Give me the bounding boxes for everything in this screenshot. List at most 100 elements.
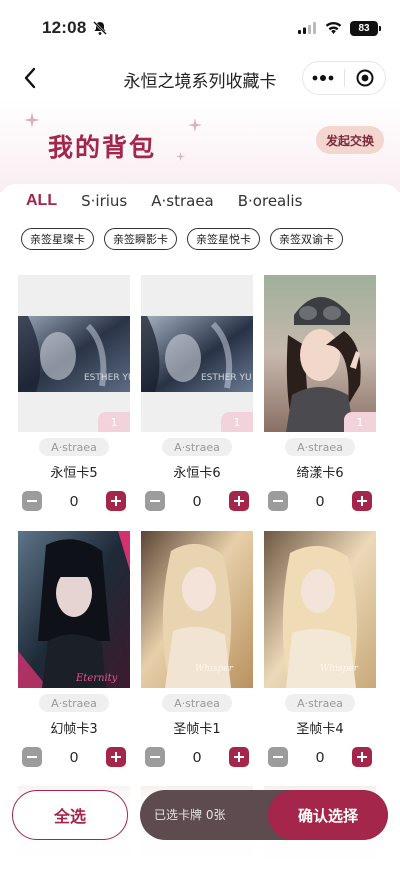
filter-chip[interactable]: 亲签瞬影卡: [104, 228, 177, 250]
increase-button[interactable]: [106, 491, 126, 511]
target-close-icon: [356, 69, 374, 87]
sparkle-icon: [188, 118, 202, 132]
quantity-value: 0: [315, 492, 325, 510]
minus-icon: [273, 756, 283, 758]
plus-icon: [111, 496, 121, 506]
start-exchange-button[interactable]: 发起交换: [316, 126, 384, 154]
confirm-selection-button[interactable]: 确认选择: [268, 790, 388, 840]
quantity-value: 0: [192, 492, 202, 510]
chevron-left-icon: [24, 67, 36, 89]
signal-icon: [298, 19, 317, 38]
selected-count-text: 已选卡牌 0张: [154, 808, 226, 822]
card-photo[interactable]: ESTHER YU 1: [18, 275, 130, 432]
backpack-title: 我的背包: [48, 133, 157, 162]
card-photo[interactable]: Whisper: [264, 531, 376, 688]
nav-bar: 永恒之境系列收藏卡: [0, 56, 400, 100]
card-photo[interactable]: ESTHER YU 1: [141, 275, 253, 432]
card-type-filters: 亲签星璨卡 亲签瞬影卡 亲签星悦卡 亲签双谕卡: [21, 228, 343, 250]
quantity-value: 0: [315, 748, 325, 766]
plus-icon: [234, 496, 244, 506]
owned-count-badge: 1: [344, 412, 376, 432]
tab-sirius[interactable]: S·irius: [81, 192, 127, 210]
status-bar: 12:08 83: [0, 0, 400, 56]
plus-icon: [234, 752, 244, 762]
card-photo[interactable]: Eternity: [18, 531, 130, 688]
card-item: Whisper A·straea 圣帧卡4 0: [264, 531, 376, 767]
quantity-stepper: 0: [18, 491, 130, 511]
select-all-button[interactable]: 全选: [12, 790, 128, 840]
quantity-stepper: 0: [141, 491, 253, 511]
minus-icon: [273, 500, 283, 502]
tab-borealis[interactable]: B·orealis: [238, 192, 303, 210]
decrease-button[interactable]: [22, 491, 42, 511]
card-photo[interactable]: Whisper: [141, 531, 253, 688]
tab-all[interactable]: ALL: [26, 192, 57, 210]
card-item: 1 A·straea 绮漾卡6 0: [264, 275, 376, 511]
svg-text:Whisper: Whisper: [195, 664, 234, 674]
increase-button[interactable]: [106, 747, 126, 767]
card-item: ESTHER YU 1 A·straea 永恒卡6 0: [141, 275, 253, 511]
battery-icon: 83: [350, 20, 381, 36]
decrease-button[interactable]: [268, 491, 288, 511]
increase-button[interactable]: [229, 747, 249, 767]
owned-count-badge: 1: [221, 412, 253, 432]
series-tag: A·straea: [162, 438, 232, 456]
svg-text:ESTHER YU: ESTHER YU: [201, 373, 252, 383]
more-dots-icon: [312, 75, 334, 81]
increase-button[interactable]: [352, 491, 372, 511]
decrease-button[interactable]: [145, 491, 165, 511]
card-name: 圣帧卡1: [173, 722, 221, 737]
status-indicators: 83: [298, 19, 381, 38]
confirm-bar: 已选卡牌 0张 确认选择: [140, 790, 388, 840]
card-image: Whisper: [264, 531, 376, 688]
svg-text:Eternity: Eternity: [75, 673, 118, 684]
filter-chip[interactable]: 亲签星璨卡: [21, 228, 94, 250]
plus-icon: [357, 752, 367, 762]
decrease-button[interactable]: [268, 747, 288, 767]
card-image: Whisper: [141, 531, 253, 688]
page: 12:08 83 永恒之境系列收藏卡 我的背包 发起交换 ALL S·irius…: [0, 0, 400, 870]
card-name: 永恒卡6: [173, 466, 221, 481]
card-name: 绮漾卡6: [296, 466, 344, 481]
series-tag: A·straea: [162, 694, 232, 712]
minus-icon: [27, 756, 37, 758]
sparkle-icon: [24, 112, 40, 128]
sparkle-icon: [176, 152, 185, 161]
card-image: [264, 275, 376, 432]
series-tag: A·straea: [285, 438, 355, 456]
quantity-stepper: 0: [264, 491, 376, 511]
quantity-value: 0: [192, 748, 202, 766]
minus-icon: [27, 500, 37, 502]
filter-chip[interactable]: 亲签星悦卡: [187, 228, 260, 250]
card-name: 圣帧卡4: [296, 722, 344, 737]
back-button[interactable]: [16, 64, 44, 92]
owned-count-badge: 1: [98, 412, 130, 432]
quantity-stepper: 0: [18, 747, 130, 767]
card-image: ESTHER YU: [18, 316, 130, 392]
more-button[interactable]: [303, 62, 344, 94]
decrease-button[interactable]: [22, 747, 42, 767]
plus-icon: [357, 496, 367, 506]
tab-astraea[interactable]: A·straea: [151, 192, 214, 210]
card-item: Eternity A·straea 幻帧卡3 0: [18, 531, 130, 767]
miniprogram-capsule: [302, 61, 386, 95]
series-tag: A·straea: [39, 694, 109, 712]
card-name: 永恒卡5: [50, 466, 98, 481]
plus-icon: [111, 752, 121, 762]
quantity-stepper: 0: [141, 747, 253, 767]
series-tabs: ALL S·irius A·straea B·orealis: [26, 192, 326, 210]
increase-button[interactable]: [352, 747, 372, 767]
minus-icon: [150, 756, 160, 758]
card-photo[interactable]: 1: [264, 275, 376, 432]
decrease-button[interactable]: [145, 747, 165, 767]
quantity-value: 0: [69, 748, 79, 766]
svg-text:ESTHER YU: ESTHER YU: [84, 373, 130, 383]
card-image: Eternity: [18, 531, 130, 688]
minus-icon: [150, 500, 160, 502]
wifi-icon: [325, 19, 342, 38]
filter-chip[interactable]: 亲签双谕卡: [270, 228, 343, 250]
increase-button[interactable]: [229, 491, 249, 511]
status-time: 12:08: [42, 18, 87, 37]
close-miniprogram-button[interactable]: [345, 62, 386, 94]
card-item: ESTHER YU 1 A·straea 永恒卡5 0: [18, 275, 130, 511]
